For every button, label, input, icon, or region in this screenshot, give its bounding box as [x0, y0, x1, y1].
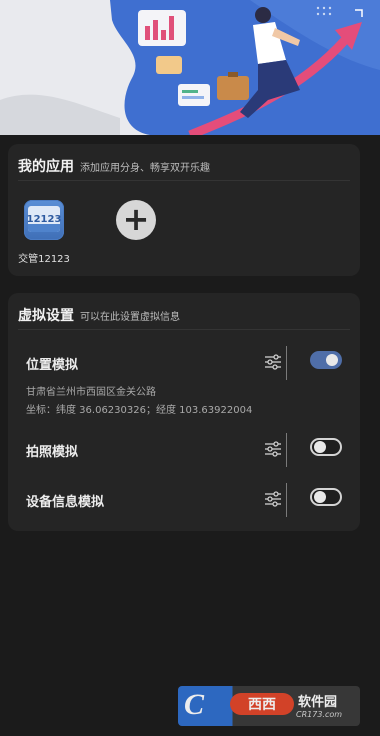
jiaoguan-12123-app-icon: 12123 [24, 200, 64, 240]
location-simulation-row[interactable]: 位置模拟 [26, 346, 342, 380]
header-banner [0, 0, 380, 135]
watermark-letter: C [184, 688, 205, 721]
location-coordinates: 坐标：纬度 36.06230326；经度 103.63922004 [26, 405, 253, 416]
virtual-settings-header: 虚拟设置 可以在此设置虚拟信息 [18, 305, 350, 325]
photo-simulation-toggle[interactable] [310, 438, 342, 456]
sliders-icon[interactable] [264, 440, 282, 458]
location-simulation-label: 位置模拟 [26, 358, 79, 373]
my-apps-header: 我的应用 添加应用分身、畅享双开乐趣 [18, 156, 350, 176]
divider [18, 329, 350, 330]
device-info-simulation-toggle[interactable] [310, 488, 342, 506]
location-simulation-toggle[interactable] [310, 351, 342, 369]
watermark-url: CR173.com [296, 710, 343, 719]
add-app-button[interactable]: + [116, 200, 156, 240]
row-separator [286, 483, 287, 517]
my-apps-title: 我的应用 [18, 159, 74, 175]
banner-illustration [0, 0, 380, 135]
app-item-jiaoguan[interactable]: 12123 交管12123 [16, 200, 72, 265]
toggle-knob [314, 441, 326, 453]
photo-simulation-row[interactable]: 拍照模拟 [26, 433, 342, 467]
app-icon-band [28, 224, 60, 232]
plus-icon: + [122, 199, 150, 238]
site-watermark: C 西西 软件园 CR173.com [178, 686, 360, 726]
my-apps-card: 我的应用 添加应用分身、畅享双开乐趣 12123 交管12123 + [8, 144, 360, 276]
device-info-simulation-row[interactable]: 设备信息模拟 [26, 483, 342, 517]
virtual-settings-title: 虚拟设置 [18, 308, 74, 324]
virtual-settings-card: 虚拟设置 可以在此设置虚拟信息 位置模拟 甘肃省兰州市西固区金关公路 坐标：纬度… [8, 293, 360, 531]
row-separator [286, 346, 287, 380]
my-apps-subtitle: 添加应用分身、畅享双开乐趣 [80, 163, 210, 174]
row-separator [286, 433, 287, 467]
watermark-name: 软件园 [298, 695, 338, 710]
sliders-icon[interactable] [264, 490, 282, 508]
photo-simulation-label: 拍照模拟 [26, 445, 79, 460]
sliders-icon[interactable] [264, 353, 282, 371]
location-address: 甘肃省兰州市西固区金关公路 [26, 387, 156, 398]
app-label: 交管12123 [18, 254, 70, 265]
watermark-red-badge: 西西 [230, 693, 294, 715]
virtual-settings-subtitle: 可以在此设置虚拟信息 [80, 312, 180, 323]
toggle-knob [314, 491, 326, 503]
toggle-knob [326, 354, 338, 366]
device-info-simulation-label: 设备信息模拟 [26, 495, 105, 510]
divider [18, 180, 350, 181]
